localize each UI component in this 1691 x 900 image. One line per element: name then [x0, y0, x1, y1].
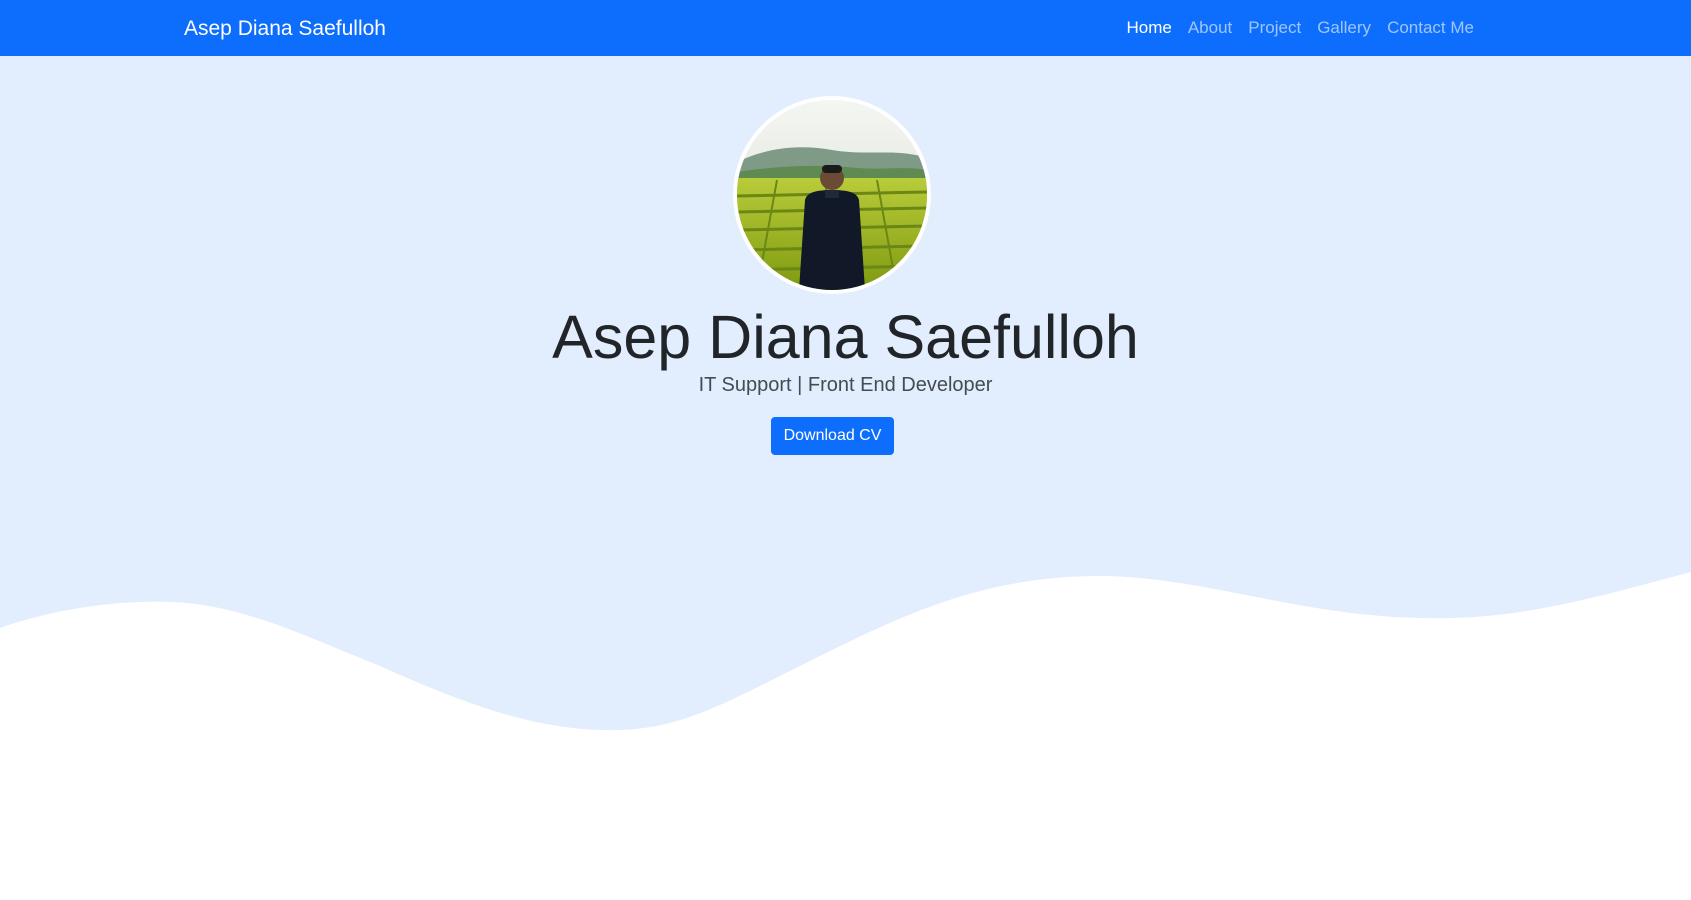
hero-name: Asep Diana Saefulloh [552, 303, 1139, 371]
nav-link-home[interactable]: Home [1126, 18, 1171, 38]
profile-photo-icon [737, 100, 927, 290]
nav-link-contact-me[interactable]: Contact Me [1387, 18, 1474, 38]
nav-link-about[interactable]: About [1188, 18, 1232, 38]
nav-link-gallery[interactable]: Gallery [1317, 18, 1371, 38]
navbar: Asep Diana Saefulloh Home About Project … [0, 0, 1691, 56]
hero-subtitle: IT Support | Front End Developer [698, 374, 993, 396]
nav-links: Home About Project Gallery Contact Me [1110, 0, 1474, 56]
download-cv-button[interactable]: Download CV [771, 417, 894, 455]
navbar-brand[interactable]: Asep Diana Saefulloh [184, 0, 386, 56]
nav-link-project[interactable]: Project [1248, 18, 1301, 38]
hero-section: Asep Diana Saefulloh IT Support | Front … [0, 56, 1691, 900]
profile-avatar [733, 96, 931, 294]
